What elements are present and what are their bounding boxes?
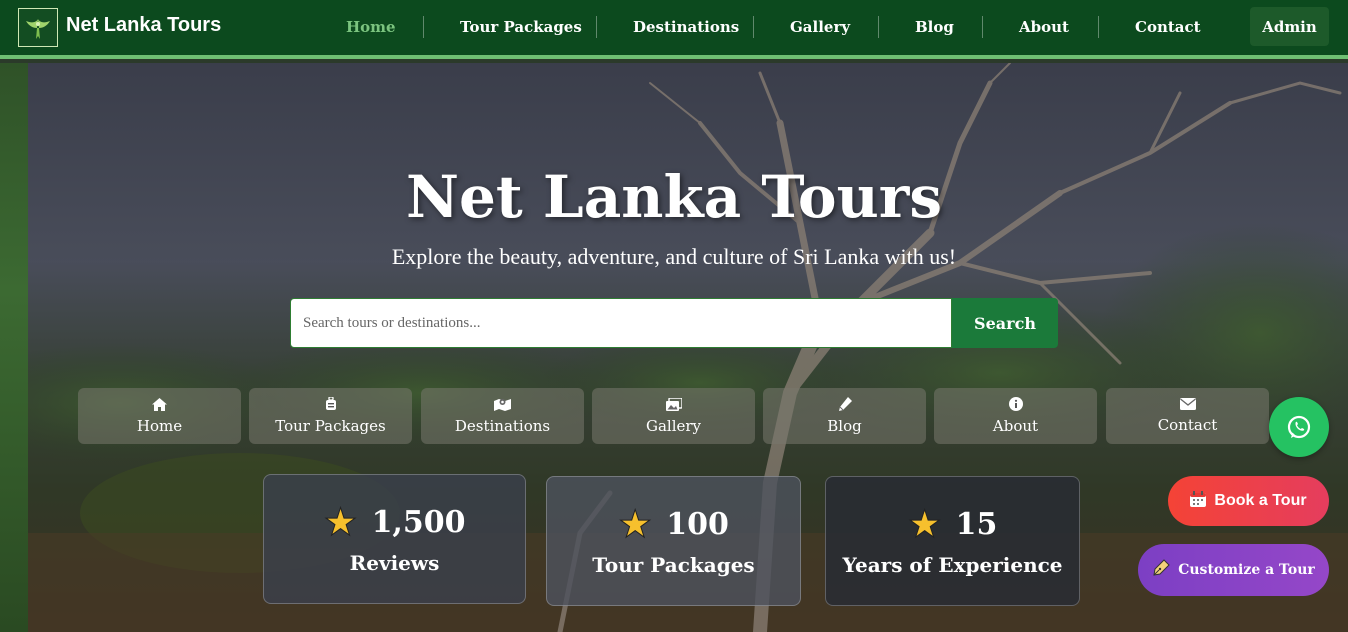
info-icon [1008, 397, 1023, 414]
quick-nav-about[interactable]: About [934, 388, 1097, 444]
nav-tour-packages[interactable]: Tour Packages [460, 18, 582, 36]
top-navbar: Net Lanka Tours Home Tour Packages Desti… [0, 0, 1348, 59]
quick-nav-tour-packages[interactable]: Tour Packages [249, 388, 412, 444]
envelope-icon [1179, 398, 1196, 413]
nav-gallery[interactable]: Gallery [790, 18, 850, 36]
calendar-icon [1190, 491, 1207, 511]
hero-subtitle: Explore the beauty, adventure, and cultu… [391, 244, 957, 269]
fountain-pen-icon [1152, 559, 1170, 581]
book-tour-label: Book a Tour [1214, 492, 1307, 509]
nav-divider [753, 16, 754, 38]
book-tour-button[interactable]: Book a Tour [1168, 476, 1329, 526]
nav-about[interactable]: About [1019, 18, 1069, 36]
nav-destinations[interactable]: Destinations [633, 18, 739, 36]
suitcase-icon [325, 396, 337, 414]
stat-value: 100 [666, 506, 729, 542]
admin-button[interactable]: Admin [1250, 7, 1329, 46]
stat-value: 15 [955, 506, 998, 542]
nav-blog[interactable]: Blog [915, 18, 954, 36]
nav-home[interactable]: Home [346, 18, 396, 36]
stat-label: Years of Experience [842, 553, 1063, 577]
quick-nav-label: Gallery [645, 416, 702, 435]
quick-nav-gallery[interactable]: Gallery [592, 388, 755, 444]
home-icon [152, 397, 167, 414]
quick-nav-destinations[interactable]: Destinations [421, 388, 584, 444]
whatsapp-button[interactable] [1269, 397, 1329, 457]
quick-nav-label: Contact [1157, 416, 1218, 434]
search-input[interactable] [290, 298, 952, 348]
nav-divider [982, 16, 983, 38]
nav-contact[interactable]: Contact [1135, 18, 1201, 36]
customize-tour-button[interactable]: Customize a Tour [1138, 544, 1329, 596]
nav-divider [596, 16, 597, 38]
logo[interactable] [18, 8, 58, 47]
nav-divider [878, 16, 879, 38]
brand-name[interactable]: Net Lanka Tours [66, 14, 221, 37]
nav-divider [1098, 16, 1099, 38]
search-button[interactable]: Search [952, 298, 1058, 348]
winged-logo-icon [26, 18, 50, 39]
search-bar: Search [290, 298, 1058, 348]
nav-divider [423, 16, 424, 38]
whatsapp-icon [1287, 415, 1311, 439]
pen-icon [838, 397, 852, 414]
star-icon: ★ [907, 502, 942, 546]
quick-nav-contact[interactable]: Contact [1106, 388, 1269, 444]
quick-nav-label: Blog [827, 417, 862, 435]
stat-card-years: ★ 15 Years of Experience [825, 476, 1080, 606]
customize-tour-label: Customize a Tour [1178, 562, 1315, 578]
star-icon: ★ [618, 502, 653, 546]
images-icon [665, 396, 683, 414]
stat-value: 1,500 [371, 504, 466, 540]
stat-label: Reviews [349, 551, 440, 575]
map-marker-icon [494, 397, 511, 414]
stat-card-tour-packages: ★ 100 Tour Packages [546, 476, 801, 606]
star-icon: ★ [323, 500, 358, 544]
quick-nav-label: Tour Packages [275, 417, 386, 435]
hero-title: Net Lanka Tours [406, 163, 942, 231]
left-foliage-strip [0, 63, 28, 632]
quick-nav-label: About [992, 417, 1039, 435]
stat-label: Tour Packages [592, 553, 755, 577]
quick-nav-blog[interactable]: Blog [763, 388, 926, 444]
stat-card-reviews: ★ 1,500 Reviews [263, 474, 526, 604]
quick-nav-label: Home [136, 416, 183, 435]
quick-nav-label: Destinations [454, 417, 551, 435]
quick-nav-home[interactable]: Home [78, 388, 241, 444]
